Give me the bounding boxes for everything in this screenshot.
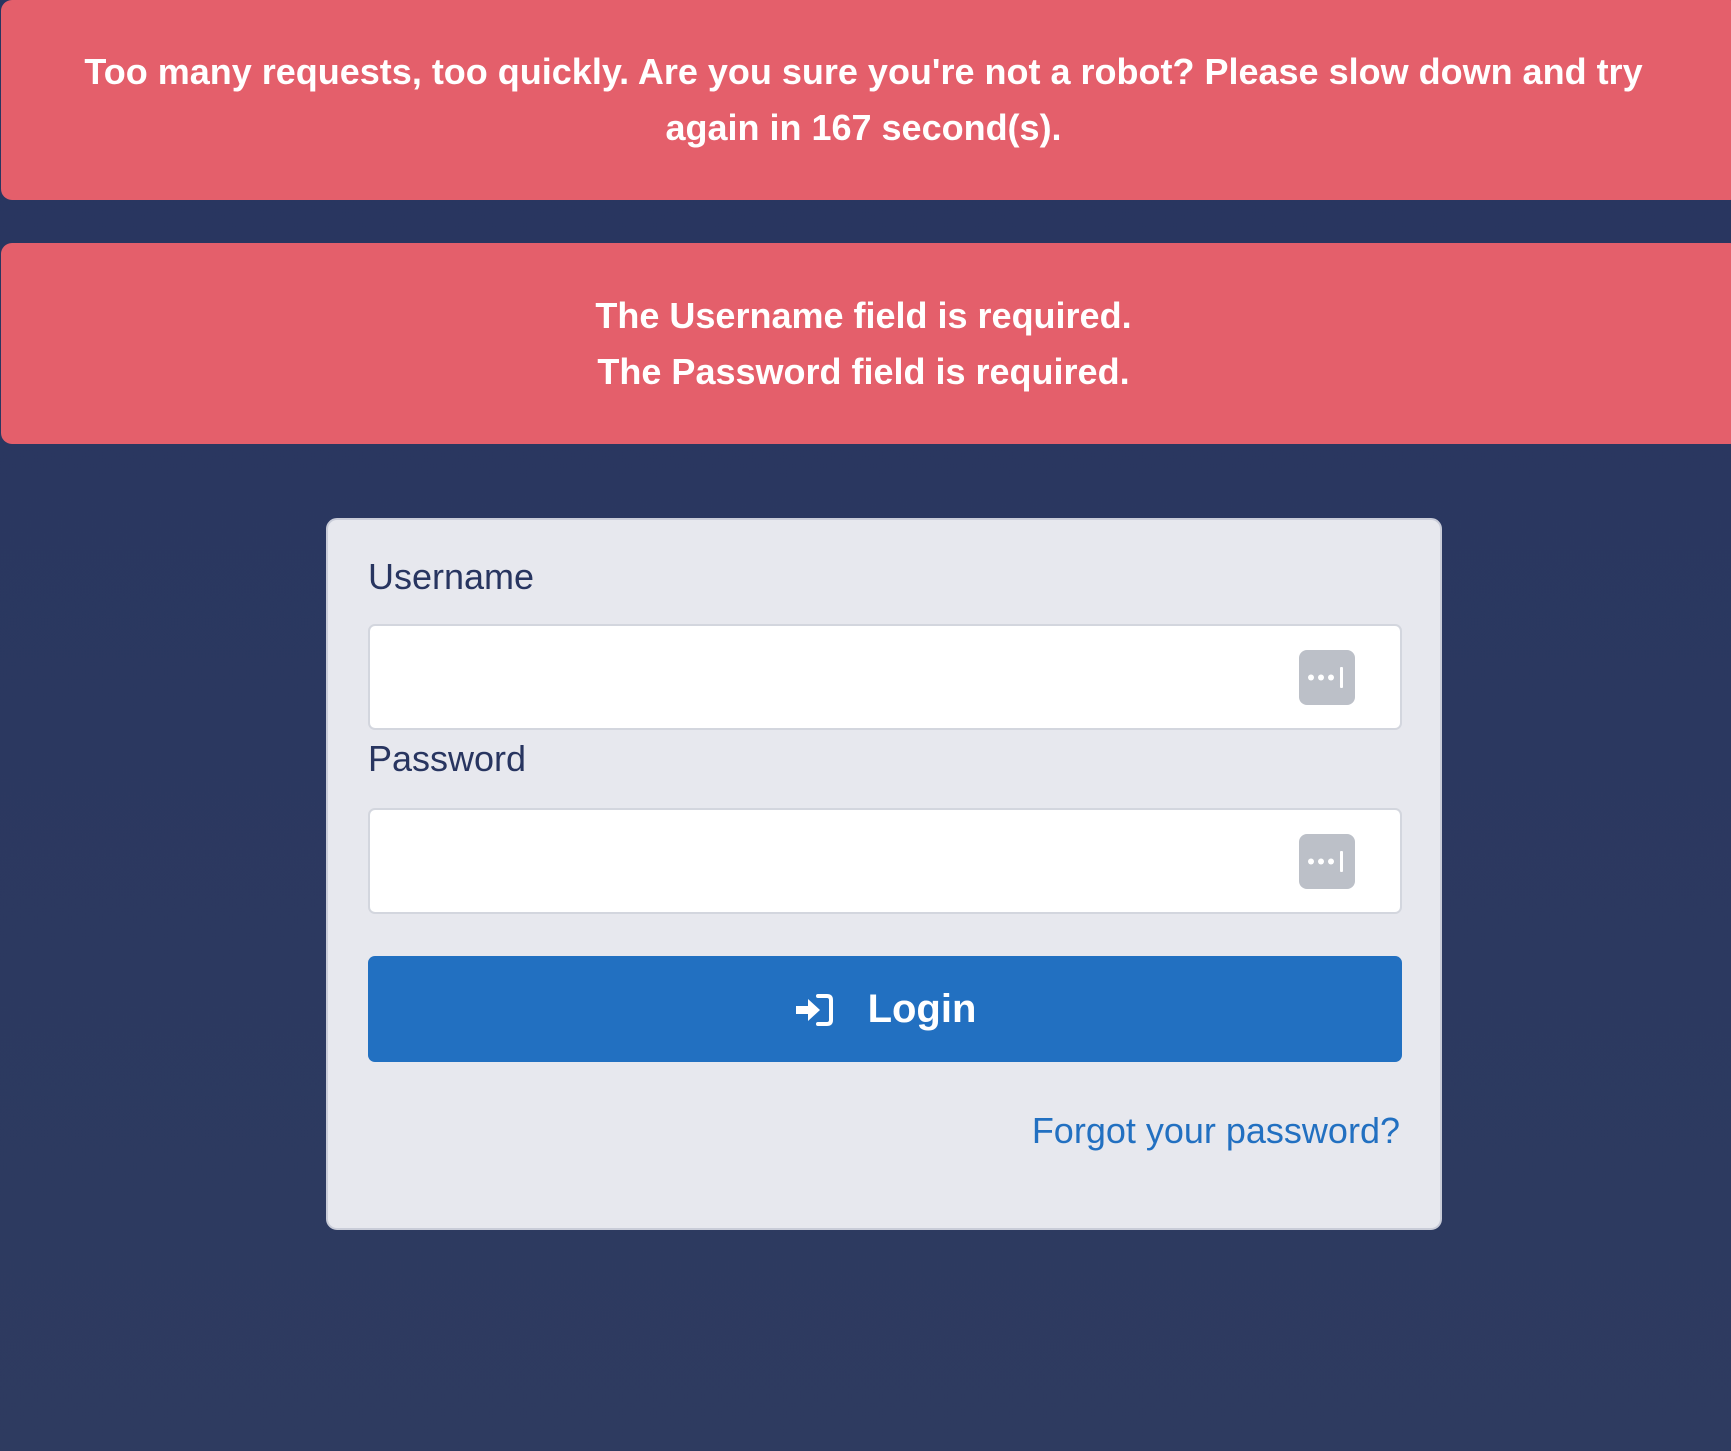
forgot-password-link[interactable]: Forgot your password?: [1032, 1110, 1400, 1152]
username-required-message: The Username field is required.: [595, 294, 1132, 336]
password-field-wrapper: [368, 808, 1402, 914]
rate-limit-message-line-2: again in 167 second(s).: [665, 107, 1062, 148]
username-field-wrapper: [368, 624, 1402, 730]
password-manager-icon[interactable]: [1299, 834, 1355, 889]
sign-in-icon: [794, 992, 834, 1028]
login-button-label: Login: [867, 986, 977, 1031]
username-label: Username: [368, 556, 535, 597]
username-input[interactable]: [370, 626, 1400, 728]
password-input[interactable]: [370, 810, 1400, 912]
rate-limit-alert: Too many requests, too quickly. Are you …: [1, 0, 1731, 200]
password-required-message: The Password field is required.: [597, 350, 1130, 392]
rate-limit-message-line-1: Too many requests, too quickly. Are you …: [84, 51, 1643, 92]
login-card: Username Password Login Forgot your pass…: [326, 518, 1442, 1230]
password-manager-icon[interactable]: [1299, 650, 1355, 705]
login-button[interactable]: Login: [368, 956, 1402, 1062]
validation-alert: The Username field is required. The Pass…: [1, 243, 1731, 444]
password-label: Password: [368, 738, 527, 779]
